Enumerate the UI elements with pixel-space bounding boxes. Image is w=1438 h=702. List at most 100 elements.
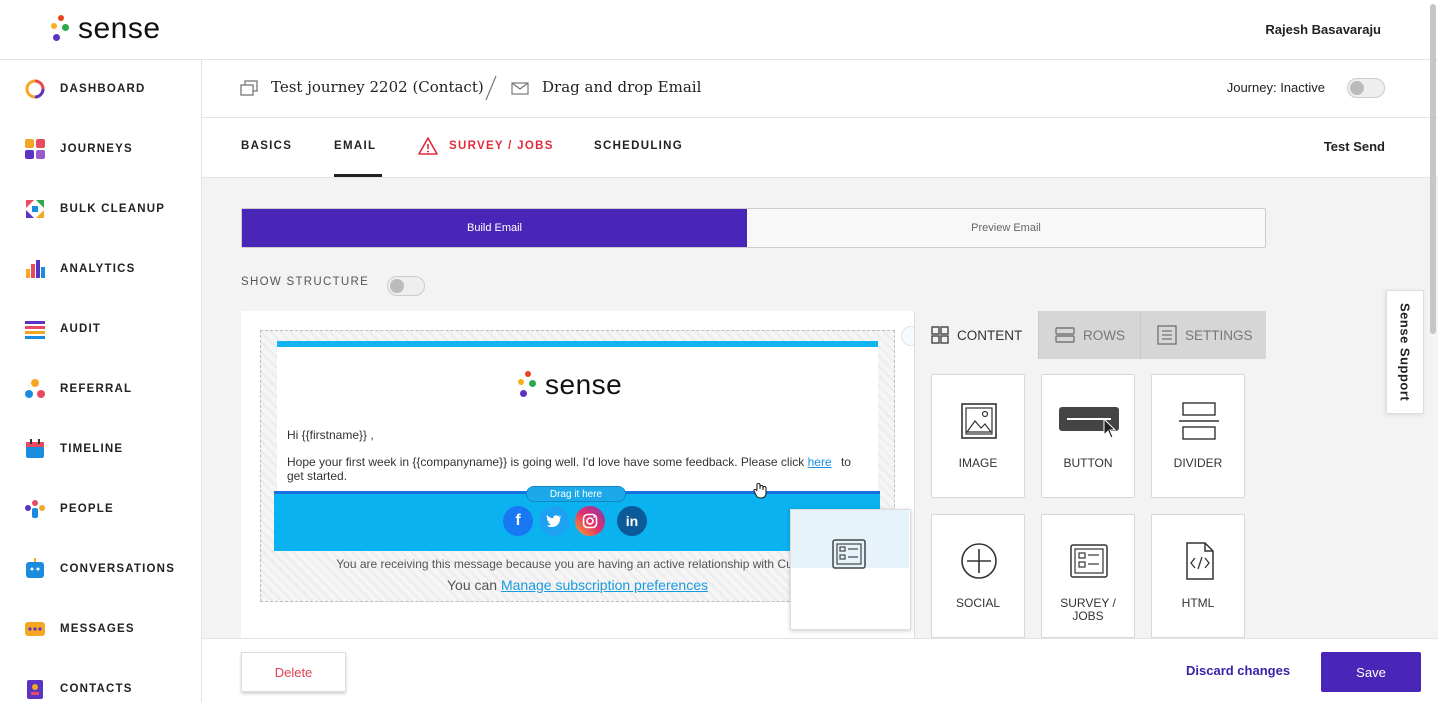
panel-tab-rows[interactable]: ROWS — [1039, 311, 1141, 359]
conversations-icon — [26, 558, 44, 578]
sidebar-item-messages[interactable]: MESSAGES — [0, 609, 202, 649]
content-tile-divider[interactable]: DIVIDER — [1151, 374, 1245, 498]
email-body-line1: Hope your first week in {{companyname}} … — [287, 455, 851, 469]
delete-button[interactable]: Delete — [241, 652, 346, 692]
sidebar-item-dashboard[interactable]: DASHBOARD — [0, 69, 202, 109]
facebook-icon[interactable]: f — [503, 506, 533, 536]
top-bar: sense Rajesh Basavaraju — [0, 0, 1438, 60]
tab-email[interactable]: EMAIL — [334, 140, 383, 177]
grab-cursor-icon — [753, 482, 767, 499]
copy-icon — [240, 80, 258, 96]
breadcrumb-journey[interactable]: Test journey 2202 (Contact) — [271, 78, 484, 96]
journey-active-toggle[interactable] — [1347, 78, 1385, 98]
sidebar-item-label: PEOPLE — [60, 503, 114, 515]
sidebar-item-label: JOURNEYS — [60, 143, 133, 155]
logo-text: sense — [545, 369, 623, 400]
email-footer-notice: You are receiving this message because y… — [336, 557, 819, 571]
tab-scheduling[interactable]: SCHEDULING — [594, 140, 683, 152]
page-scrollbar[interactable] — [1428, 0, 1438, 702]
grid-icon — [931, 326, 949, 344]
email-footer-subscription: You can Manage subscription preferences — [447, 577, 708, 593]
show-structure-label: SHOW STRUCTURE — [241, 276, 370, 288]
sidebar-item-journeys[interactable]: JOURNEYS — [0, 129, 202, 169]
build-email-button[interactable]: Build Email — [242, 209, 747, 247]
breadcrumb-email: Drag and drop Email — [542, 78, 702, 96]
sidebar-item-label: CONVERSATIONS — [60, 563, 176, 575]
content-tile-html[interactable]: HTML — [1151, 514, 1245, 638]
manage-subscription-link[interactable]: Manage subscription preferences — [501, 577, 708, 593]
divider-icon — [1179, 402, 1219, 440]
instagram-icon[interactable] — [575, 506, 605, 536]
bottom-action-bar: Delete Discard changes Save — [202, 638, 1438, 702]
sidebar-item-label: AUDIT — [60, 323, 102, 335]
page-header: Test journey 2202 (Contact) Drag and dro… — [202, 60, 1438, 118]
save-button[interactable]: Save — [1321, 652, 1421, 692]
rows-icon — [1055, 327, 1075, 343]
messages-icon — [25, 622, 45, 636]
mail-icon — [511, 82, 529, 95]
button-icon — [1059, 407, 1119, 439]
sidebar-item-label: REFERRAL — [60, 383, 133, 395]
sidebar-item-label: BULK CLEANUP — [60, 203, 166, 215]
tab-survey-jobs[interactable]: SURVEY / JOBS — [449, 140, 554, 152]
sidebar-item-label: DASHBOARD — [60, 83, 146, 95]
dashboard-icon — [25, 79, 45, 99]
content-tile-survey-jobs[interactable]: SURVEY / JOBS — [1041, 514, 1135, 638]
sidebar-item-conversations[interactable]: CONVERSATIONS — [0, 549, 202, 589]
app-logo[interactable]: sense — [48, 12, 161, 46]
bulk-cleanup-icon — [26, 200, 44, 218]
journey-tabs: BASICS EMAIL SURVEY / JOBS SCHEDULING Te… — [202, 118, 1438, 178]
social-icon — [961, 543, 997, 579]
preview-email-button[interactable]: Preview Email — [747, 209, 1265, 247]
people-icon — [25, 500, 45, 518]
content-tile-social[interactable]: SOCIAL — [931, 514, 1025, 638]
sidebar-item-contacts[interactable]: CONTACTS — [0, 669, 202, 702]
email-content-row[interactable]: sense Hi {{firstname}} , Hope your first… — [277, 341, 878, 491]
breadcrumb-separator-icon — [485, 75, 497, 101]
sidebar: DASHBOARD JOURNEYS BULK CLEANUP ANALYTIC… — [0, 60, 202, 702]
panel-tab-settings[interactable]: SETTINGS — [1141, 311, 1266, 359]
linkedin-icon[interactable]: in — [617, 506, 647, 536]
sidebar-item-bulk-cleanup[interactable]: BULK CLEANUP — [0, 189, 202, 229]
show-structure-toggle[interactable] — [387, 276, 425, 296]
survey-jobs-icon — [1070, 544, 1108, 578]
test-send-button[interactable]: Test Send — [1324, 139, 1385, 154]
user-name[interactable]: Rajesh Basavaraju — [1265, 22, 1381, 37]
survey-jobs-icon — [832, 539, 866, 569]
email-here-link[interactable]: here — [808, 455, 832, 469]
discard-changes-button[interactable]: Discard changes — [1186, 663, 1290, 678]
email-greeting: Hi {{firstname}} , — [287, 428, 374, 442]
sidebar-item-analytics[interactable]: ANALYTICS — [0, 249, 202, 289]
email-logo[interactable]: sense — [515, 369, 622, 401]
image-icon — [961, 403, 997, 439]
html-icon — [1186, 542, 1214, 580]
sidebar-item-audit[interactable]: AUDIT — [0, 309, 202, 349]
twitter-icon[interactable] — [539, 506, 569, 536]
build-preview-toggle: Build Email Preview Email — [241, 208, 1266, 248]
sidebar-item-label: ANALYTICS — [60, 263, 136, 275]
sense-support-tab[interactable]: Sense Support — [1386, 290, 1424, 414]
logo-text: sense — [78, 12, 161, 45]
tab-basics[interactable]: BASICS — [241, 140, 292, 152]
sidebar-item-label: MESSAGES — [60, 623, 135, 635]
settings-icon — [1157, 325, 1177, 345]
sidebar-item-timeline[interactable]: TIMELINE — [0, 429, 202, 469]
content-tile-image[interactable]: IMAGE — [931, 374, 1025, 498]
journey-status-label: Journey: Inactive — [1226, 80, 1325, 95]
analytics-icon — [26, 260, 45, 278]
sidebar-item-label: TIMELINE — [60, 443, 124, 455]
content-tile-button[interactable]: BUTTON — [1041, 374, 1135, 498]
dragging-block-preview — [790, 509, 911, 630]
sidebar-item-referral[interactable]: REFERRAL — [0, 369, 202, 409]
logo-dots-icon — [48, 13, 72, 45]
email-body-line2: get started. — [287, 469, 348, 483]
content-panel: CONTENT ROWS SETTINGS IMAGE BUTTON DIVID… — [914, 311, 1266, 638]
panel-tab-content[interactable]: CONTENT — [915, 311, 1039, 359]
panel-tabs: CONTENT ROWS SETTINGS — [915, 311, 1266, 359]
contacts-icon — [27, 680, 43, 699]
timeline-icon — [26, 439, 44, 458]
sidebar-item-label: CONTACTS — [60, 683, 133, 695]
journeys-icon — [25, 139, 45, 159]
logo-dots-icon — [515, 369, 539, 401]
sidebar-item-people[interactable]: PEOPLE — [0, 489, 202, 529]
